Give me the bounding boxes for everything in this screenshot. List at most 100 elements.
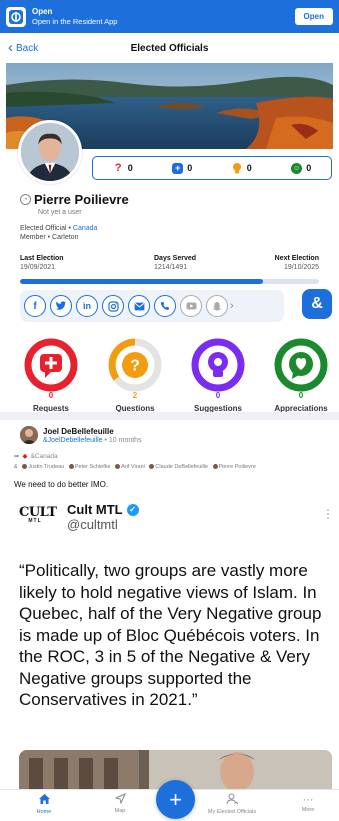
facebook-icon[interactable]: f bbox=[24, 295, 46, 317]
suggestions-stat[interactable]: 0 bbox=[232, 162, 252, 174]
smiley-icon: ☺ bbox=[291, 162, 303, 174]
instagram-icon[interactable] bbox=[102, 295, 124, 317]
requests-stat[interactable]: + 0 bbox=[172, 162, 193, 174]
tab-map-label: Map bbox=[114, 808, 126, 814]
more-dots-icon: ··· bbox=[302, 794, 314, 806]
youtube-icon[interactable] bbox=[180, 295, 202, 317]
questions-ring: ? bbox=[107, 337, 163, 393]
requests-category[interactable]: 0 Requests bbox=[11, 337, 91, 413]
questions-stat[interactable]: ? 0 bbox=[113, 162, 133, 174]
navigation-arrow-icon bbox=[86, 793, 154, 808]
mention-item[interactable]: Justin Trudeau bbox=[28, 464, 64, 470]
last-election: Last Election 19/09/2021 bbox=[20, 254, 64, 272]
tab-map[interactable]: Map bbox=[86, 793, 154, 814]
email-icon[interactable] bbox=[128, 295, 150, 317]
term-progress-bar bbox=[20, 279, 319, 284]
tab-home[interactable]: Home bbox=[10, 793, 78, 815]
user-status: Not yet a user bbox=[38, 209, 82, 216]
heart-bubble-icon bbox=[274, 338, 328, 392]
questions-count: 0 bbox=[127, 163, 133, 173]
app-banner-title: Open bbox=[32, 6, 53, 16]
appreciations-ring bbox=[273, 337, 329, 393]
tweet-handle[interactable]: @cultmtl bbox=[67, 517, 118, 532]
requests-ring bbox=[23, 337, 79, 393]
mention-avatar bbox=[212, 464, 218, 470]
post-handle[interactable]: &JoelDebellefeuille bbox=[43, 437, 103, 444]
next-election-value: 19/10/2025 bbox=[283, 264, 319, 271]
mention-avatar bbox=[149, 464, 155, 470]
svg-text:?: ? bbox=[130, 358, 140, 375]
avatar bbox=[18, 120, 82, 184]
canada-flag-icon: ◆ bbox=[22, 453, 28, 460]
linkedin-icon[interactable]: in bbox=[76, 295, 98, 317]
lightbulb-icon bbox=[232, 162, 243, 174]
suggestions-category[interactable]: 0 Suggestions bbox=[178, 337, 258, 413]
open-app-button[interactable]: Open bbox=[294, 8, 333, 25]
last-election-value: 19/09/2021 bbox=[20, 264, 56, 271]
engagement-categories: 0 Requests ? 2 Questions 0 Suggestions 0… bbox=[0, 337, 339, 413]
appreciations-category[interactable]: 0 Appreciations bbox=[261, 337, 339, 413]
snapchat-icon[interactable] bbox=[206, 295, 228, 317]
appreciations-stat[interactable]: ☺ 0 bbox=[291, 162, 312, 174]
term-progress-fill bbox=[20, 279, 264, 284]
chevron-left-icon: ‹ bbox=[8, 39, 13, 56]
official-person-icon bbox=[198, 793, 266, 809]
social-links: f in › bbox=[20, 290, 284, 322]
chevron-right-icon[interactable]: › bbox=[230, 300, 234, 312]
mentions-line: & Justin Trudeau Peter Schiefke Arif Vir… bbox=[14, 464, 334, 470]
create-post-button[interactable]: + bbox=[156, 780, 195, 819]
last-election-label: Last Election bbox=[20, 255, 64, 262]
mention-avatar bbox=[115, 464, 121, 470]
post-text: We need to do better IMO. bbox=[14, 480, 109, 489]
twitter-icon[interactable] bbox=[50, 295, 72, 317]
post-author-avatar[interactable] bbox=[20, 426, 38, 444]
verified-badge-icon: ✓ bbox=[126, 503, 139, 516]
mention-item[interactable]: Pierre Poilievre bbox=[219, 464, 256, 470]
phone-icon[interactable] bbox=[154, 295, 176, 317]
mention-avatar bbox=[22, 464, 28, 470]
ampersand-share-button[interactable]: & bbox=[302, 289, 332, 319]
tab-my-elected-officials[interactable]: My Elected Officials bbox=[198, 793, 266, 815]
cult-mtl-logo[interactable]: CULT MTL bbox=[19, 506, 57, 526]
share-icon[interactable]: ➦ bbox=[14, 452, 19, 460]
nav-bar: ‹ Back Elected Officials bbox=[0, 33, 339, 63]
tweet-account-name[interactable]: Cult MTL ✓ bbox=[67, 502, 139, 517]
home-icon bbox=[10, 793, 78, 809]
mention-item[interactable]: Arif Virani bbox=[121, 464, 145, 470]
questions-category[interactable]: ? 2 Questions bbox=[95, 337, 175, 413]
lightbulb-icon bbox=[191, 338, 245, 392]
elected-prefix: Elected Official • bbox=[20, 225, 73, 232]
more-options-icon[interactable]: ⋮ bbox=[322, 508, 334, 520]
tab-home-label: Home bbox=[36, 809, 52, 815]
tweet-name: Cult MTL bbox=[67, 502, 123, 517]
section-divider bbox=[0, 412, 339, 420]
back-button[interactable]: ‹ Back bbox=[0, 39, 39, 56]
mention-item[interactable]: Claude DeBellefeuille bbox=[155, 464, 208, 470]
official-name: Pierre Poilievre bbox=[34, 192, 129, 207]
country-link[interactable]: Canada bbox=[73, 225, 98, 232]
suggestions-ring bbox=[190, 337, 246, 393]
tab-more[interactable]: ··· More bbox=[274, 793, 339, 813]
mention-item[interactable]: Peter Schiefke bbox=[75, 464, 111, 470]
not-user-badge-icon: ◔ bbox=[20, 194, 31, 205]
stats-summary: ? 0 + 0 0 ☺ 0 bbox=[92, 156, 332, 180]
post-tag[interactable]: &Canada bbox=[30, 453, 57, 460]
days-served-value: 1214/1491 bbox=[154, 264, 188, 271]
requests-count: 0 bbox=[187, 163, 193, 173]
ampersand-icon: & bbox=[14, 464, 18, 470]
question-mark-icon: ? bbox=[114, 162, 122, 174]
post-tag-line: ➦ ◆ &Canada bbox=[14, 452, 58, 461]
tweet-body: “Politically, two groups are vastly more… bbox=[19, 561, 322, 709]
mention-avatar bbox=[68, 464, 74, 470]
back-label: Back bbox=[16, 42, 39, 54]
post-author-name[interactable]: Joel DeBellefeuille bbox=[43, 427, 114, 436]
app-banner[interactable]: Open Open in the Resident App Open bbox=[0, 0, 339, 33]
chat-plus-icon: + bbox=[172, 162, 184, 174]
resident-app-logo-icon bbox=[6, 6, 26, 27]
post-handle-line: &JoelDebellefeuille • 10 months bbox=[43, 437, 142, 444]
next-election-label: Next Election bbox=[274, 255, 319, 262]
tab-more-label: More bbox=[301, 807, 315, 813]
next-election: Next Election 19/10/2025 bbox=[275, 254, 319, 272]
member-riding: Member • Carleton bbox=[20, 234, 79, 241]
appreciations-count: 0 bbox=[306, 163, 312, 173]
